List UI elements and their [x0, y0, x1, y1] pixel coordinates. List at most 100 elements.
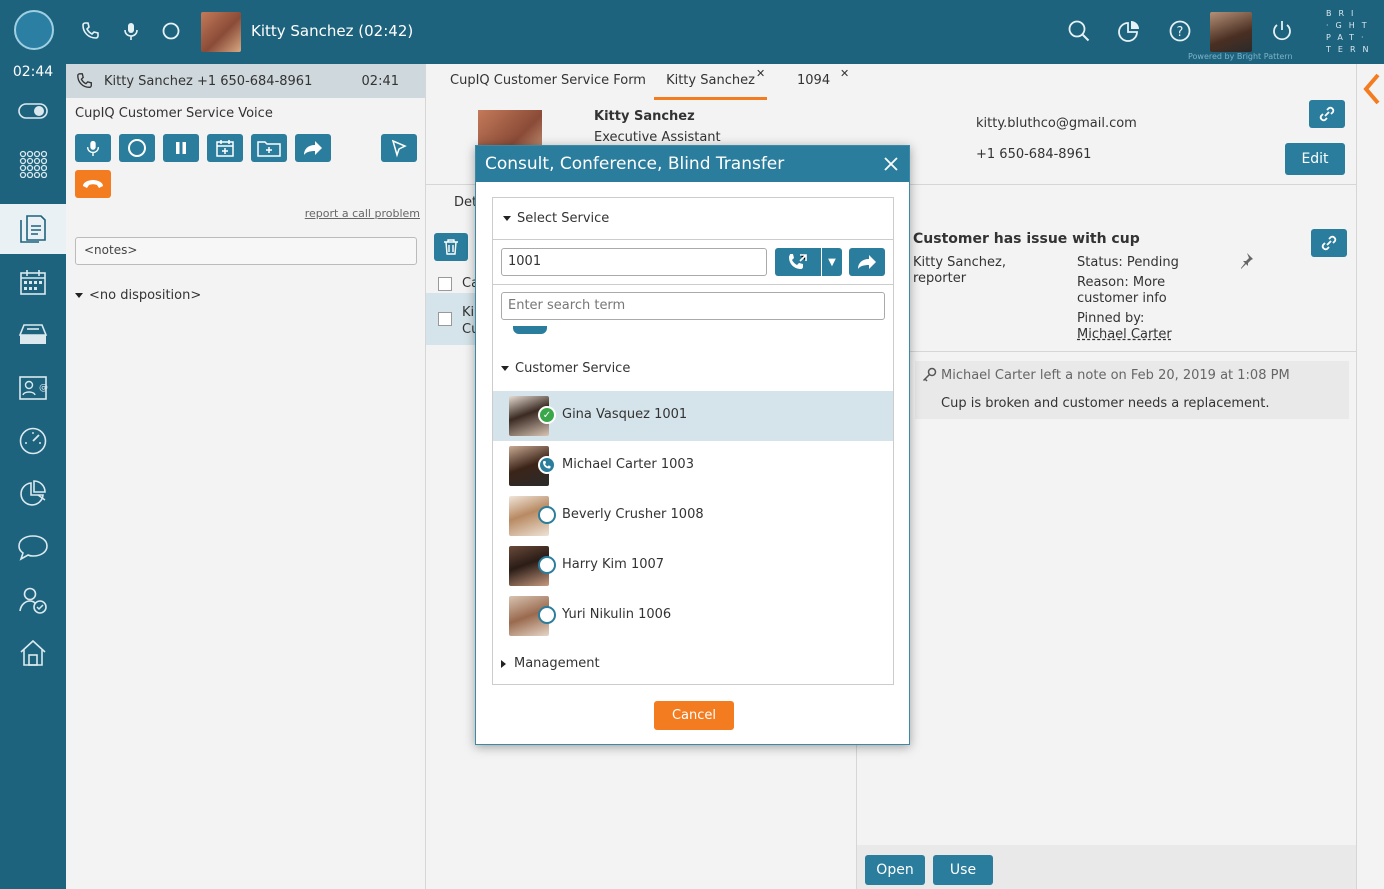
delete-button[interactable] [434, 233, 468, 261]
close-icon[interactable]: ✕ [840, 67, 849, 80]
agent-name: Yuri Nikulin 1006 [562, 607, 672, 622]
brand-line: BRI [1326, 9, 1361, 18]
close-icon[interactable]: ✕ [756, 67, 765, 80]
agent-row[interactable]: Michael Carter 1003 [493, 441, 893, 491]
transfer-button[interactable] [295, 134, 331, 162]
note-text: Cup is broken and customer needs a repla… [941, 396, 1270, 411]
call-options-dropdown[interactable]: ▼ [822, 248, 842, 276]
scrolled-item-fragment [507, 326, 551, 338]
call-timer: (02:42) [358, 22, 414, 40]
contact-phone[interactable]: +1 650-684-8961 [976, 147, 1091, 162]
sidebar-item-directory[interactable]: @ [0, 363, 66, 413]
notes-field[interactable]: <notes> [75, 237, 417, 265]
tab-contact[interactable]: Kitty Sanchez [654, 64, 767, 100]
case-reporter: Kitty Sanchez, [913, 255, 1006, 270]
microphone-icon[interactable] [120, 20, 142, 42]
cancel-button[interactable]: Cancel [654, 701, 734, 730]
edit-contact-button[interactable]: Edit [1285, 143, 1345, 175]
group-label-text: Customer Service [515, 361, 631, 376]
flag-button[interactable] [381, 134, 417, 162]
phone-icon[interactable] [80, 20, 102, 42]
expand-panel-icon[interactable] [1363, 72, 1381, 113]
contact-title: Executive Assistant [594, 130, 721, 145]
sidebar-item-dialpad[interactable] [0, 139, 66, 189]
record-icon[interactable] [160, 20, 182, 42]
sidebar-item-chat[interactable] [0, 522, 66, 572]
help-icon[interactable]: ? [1167, 18, 1193, 44]
document-icon [20, 215, 46, 243]
group-label-text: Management [514, 656, 600, 671]
disposition-selector[interactable]: <no disposition> [75, 288, 201, 303]
disposition-value: <no disposition> [89, 288, 202, 303]
sidebar-item-home[interactable] [0, 628, 66, 678]
phone-transfer-icon [789, 254, 807, 269]
transfer-dialog: Consult, Conference, Blind Transfer Sele… [475, 145, 910, 745]
sidebar-item-interactions[interactable] [0, 204, 66, 254]
case-reporter-role: reporter [913, 271, 967, 286]
logout-icon[interactable] [1269, 18, 1295, 44]
dialog-title: Consult, Conference, Blind Transfer [485, 154, 785, 174]
active-call-header[interactable]: Kitty Sanchez +1 650-684-8961 02:41 [66, 64, 425, 98]
agent-avatar[interactable] [1210, 12, 1252, 52]
svg-text:?: ? [1177, 25, 1184, 40]
sidebar-item-reports[interactable] [0, 469, 66, 519]
agent-name: Harry Kim 1007 [562, 557, 665, 572]
checkbox[interactable] [438, 312, 452, 326]
svg-text:@: @ [39, 383, 48, 393]
contact-email[interactable]: kitty.bluthco@gmail.com [976, 116, 1137, 131]
agent-row[interactable]: Harry Kim 1007 [493, 541, 893, 591]
dialog-header: Consult, Conference, Blind Transfer [476, 146, 909, 182]
analytics-icon[interactable] [1116, 18, 1142, 44]
agent-row[interactable]: Yuri Nikulin 1006 [493, 591, 893, 641]
hangup-button[interactable] [75, 170, 111, 198]
sidebar-item-inbox[interactable] [0, 310, 66, 360]
sidebar-item-toggle[interactable] [0, 86, 66, 136]
case-reason-detail: customer info [1077, 291, 1167, 306]
report-call-problem-link[interactable]: report a call problem [305, 207, 420, 220]
agent-row[interactable]: Beverly Crusher 1008 [493, 491, 893, 541]
pinned-by[interactable]: Michael Carter [1077, 327, 1172, 343]
search-input[interactable]: Enter search term [501, 292, 885, 320]
gauge-icon [19, 427, 47, 455]
home-icon [20, 639, 46, 666]
on-call-status-icon [538, 456, 556, 474]
number-input[interactable]: 1001 [501, 248, 767, 276]
sidebar-item-calendar[interactable] [0, 257, 66, 307]
checkbox[interactable] [438, 277, 452, 291]
top-bar: Kitty Sanchez (02:42) ? BRI ·GHT PAT· TE… [0, 0, 1384, 64]
details-label: Det [454, 195, 478, 210]
tab-service-form[interactable]: CupIQ Customer Service Form [450, 64, 646, 100]
pinned-label: Pinned by: [1077, 311, 1145, 326]
sidebar-item-dashboard[interactable] [0, 416, 66, 466]
group-customer-service[interactable]: Customer Service [501, 361, 630, 376]
consult-call-button[interactable] [775, 248, 821, 276]
sidebar-item-supervisor[interactable] [0, 575, 66, 625]
add-to-case-button[interactable] [251, 134, 287, 162]
agent-status-indicator[interactable] [14, 10, 54, 50]
chevron-down-icon [75, 293, 83, 298]
dialpad-icon [19, 150, 47, 178]
microphone-icon [86, 140, 100, 156]
schedule-button[interactable] [207, 134, 243, 162]
blind-transfer-button[interactable] [849, 248, 885, 276]
contact-link-button[interactable] [1309, 100, 1345, 128]
pin-icon[interactable] [1237, 251, 1255, 274]
agent-row[interactable]: ✓ Gina Vasquez 1001 [493, 391, 893, 441]
mute-button[interactable] [75, 134, 111, 162]
user-check-icon [19, 587, 47, 614]
group-management[interactable]: Management [501, 656, 600, 671]
pause-icon [176, 142, 186, 154]
select-service-toggle[interactable]: Select Service [493, 198, 893, 240]
open-button[interactable]: Open [865, 855, 925, 885]
record-button[interactable] [119, 134, 155, 162]
tab-case[interactable]: 1094 [797, 64, 830, 100]
hold-button[interactable] [163, 134, 199, 162]
search-icon[interactable] [1066, 18, 1092, 44]
contact-card-icon: @ [19, 376, 48, 400]
agent-name: Beverly Crusher 1008 [562, 507, 704, 522]
chevron-right-icon [501, 659, 506, 668]
close-dialog-button[interactable] [879, 146, 903, 182]
case-link-button[interactable] [1311, 229, 1347, 257]
use-button[interactable]: Use [933, 855, 993, 885]
select-service-label: Select Service [517, 211, 610, 226]
